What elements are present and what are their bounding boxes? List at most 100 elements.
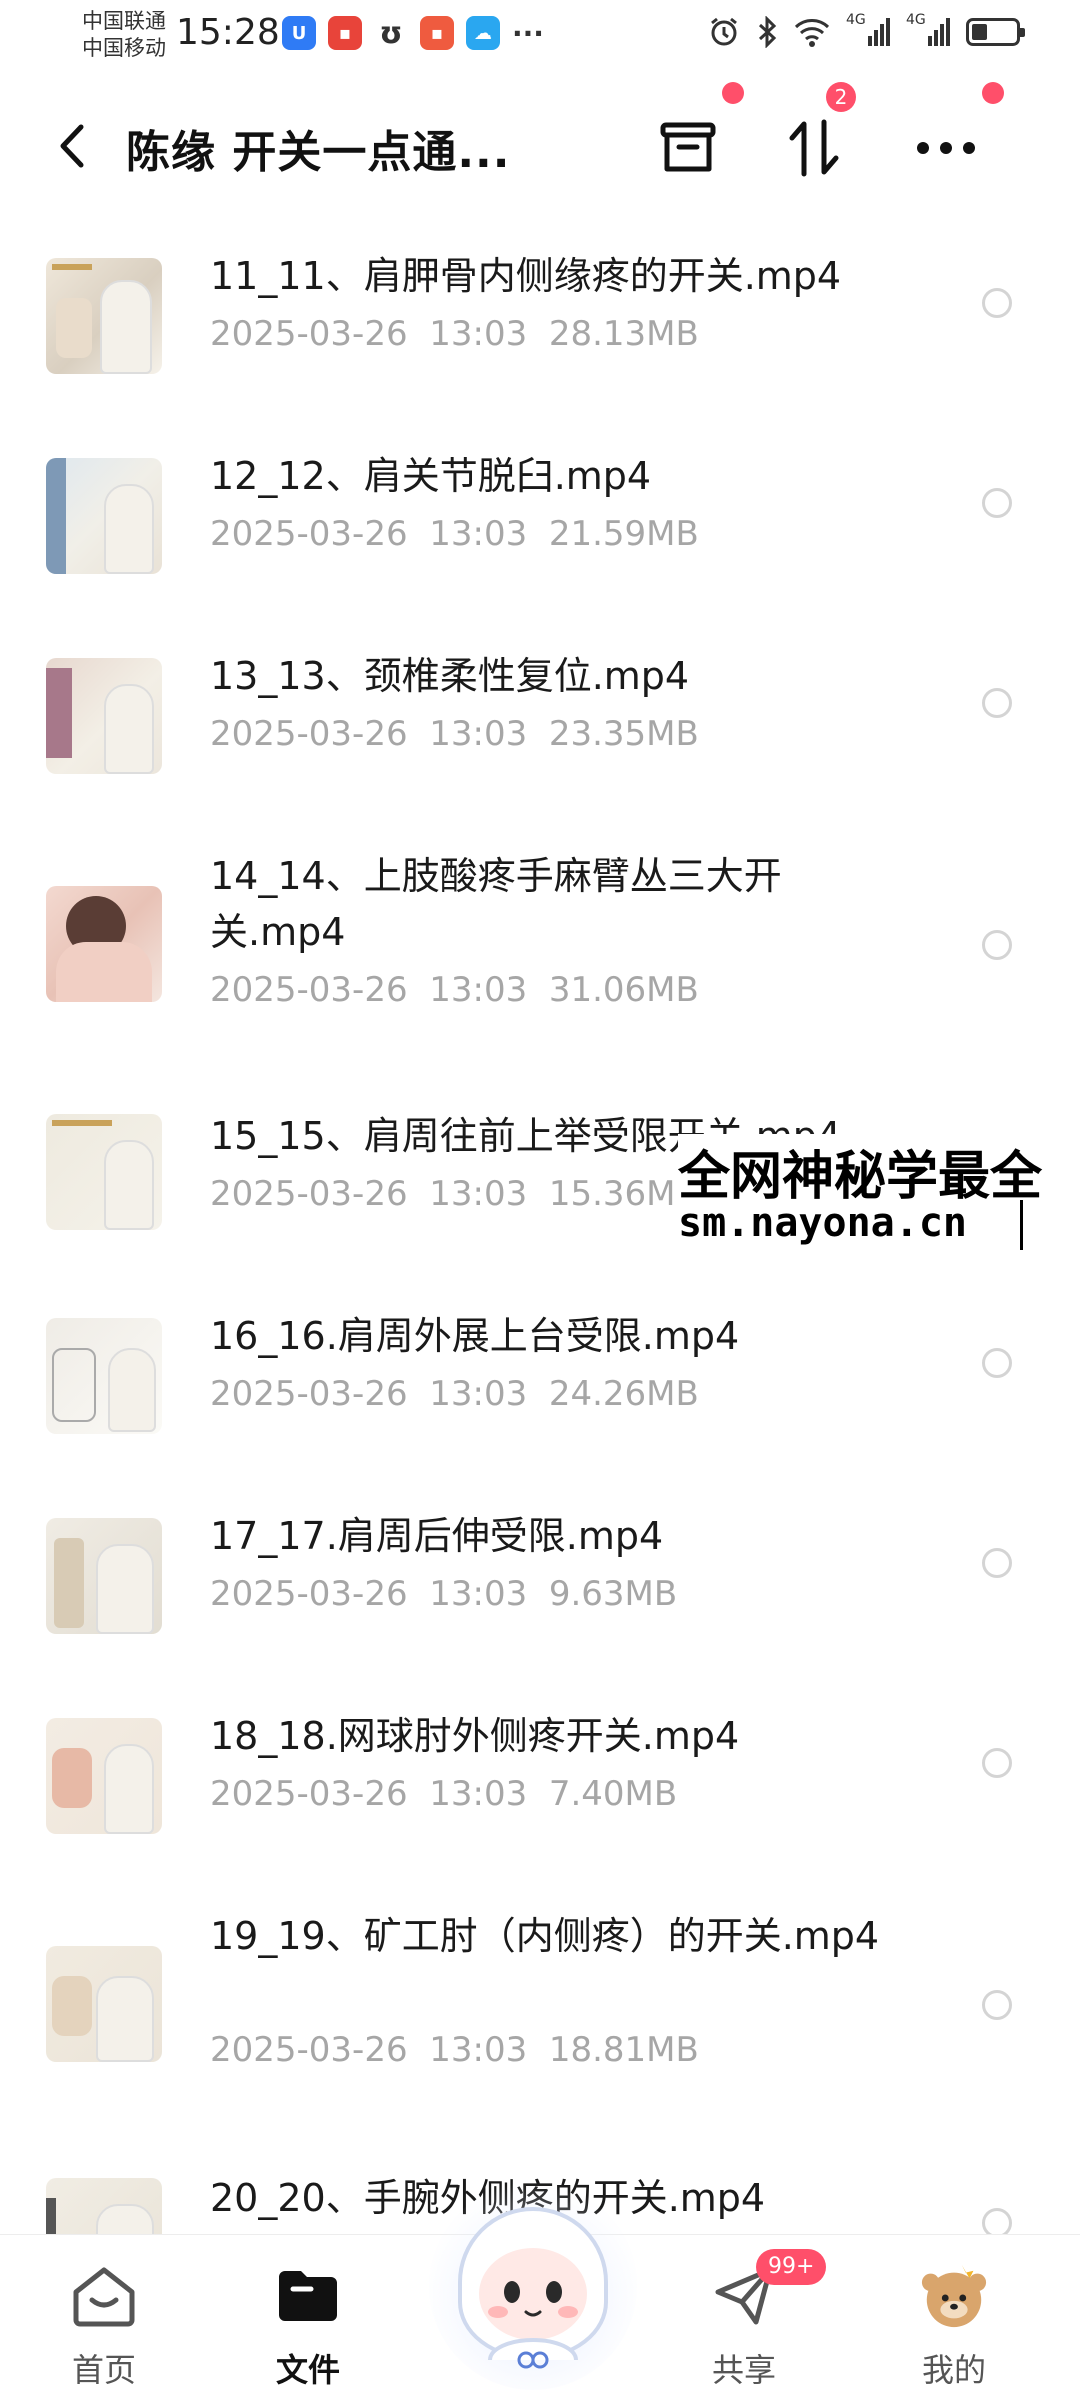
video-thumbnail bbox=[46, 1518, 162, 1634]
file-name: 17_17.肩周后伸受限.mp4 bbox=[210, 1514, 664, 1558]
sort-button[interactable] bbox=[772, 106, 856, 190]
select-radio[interactable] bbox=[982, 2208, 1012, 2234]
select-radio[interactable] bbox=[982, 1990, 1012, 2020]
carrier-2: 中国移动 bbox=[82, 36, 166, 60]
shopping-icon: ▪ bbox=[420, 16, 454, 50]
video-thumbnail bbox=[46, 1718, 162, 1834]
bluetooth-icon bbox=[758, 16, 777, 48]
file-time: 13:03 bbox=[429, 514, 528, 554]
select-radio[interactable] bbox=[982, 1748, 1012, 1778]
chevron-left-icon bbox=[60, 124, 84, 168]
file-date: 2025-03-26 bbox=[210, 514, 408, 554]
recycle-bin-dot bbox=[722, 82, 744, 104]
select-radio[interactable] bbox=[982, 488, 1012, 518]
video-thumbnail bbox=[46, 458, 162, 574]
file-date: 2025-03-26 bbox=[210, 970, 408, 1010]
video-thumbnail bbox=[46, 886, 162, 1002]
file-meta: 2025-03-26 13:03 28.13MB bbox=[210, 314, 699, 354]
file-time: 13:03 bbox=[429, 714, 528, 754]
file-name: 11_11、肩胛骨内侧缘疼的开关.mp4 bbox=[210, 254, 842, 298]
file-row[interactable]: 13_13、颈椎柔性复位.mp4 2025-03-26 13:03 23.35M… bbox=[0, 616, 1080, 816]
file-row[interactable]: 14_14、上肢酸疼手麻臂丛三大开关.mp4 2025-03-26 13:03 … bbox=[0, 816, 1080, 1076]
file-date: 2025-03-26 bbox=[210, 714, 408, 754]
file-name: 16_16.肩周外展上台受限.mp4 bbox=[210, 1314, 740, 1358]
select-radio[interactable] bbox=[982, 1348, 1012, 1378]
select-radio[interactable] bbox=[982, 930, 1012, 960]
file-size: 9.63MB bbox=[548, 1574, 678, 1614]
file-meta: 2025-03-26 13:03 15.36MB bbox=[210, 1174, 699, 1214]
video-thumbnail bbox=[46, 1318, 162, 1434]
file-size: 23.35MB bbox=[548, 714, 699, 754]
carrier-1: 中国联通 bbox=[82, 9, 166, 33]
file-size: 21.59MB bbox=[548, 514, 699, 554]
nav-home[interactable]: 首页 bbox=[24, 2235, 184, 2400]
file-time: 13:03 bbox=[429, 2030, 528, 2070]
file-meta: 2025-03-26 13:03 21.59MB bbox=[210, 514, 699, 554]
watermark-text: 全网神秘学最全 bbox=[678, 1147, 1043, 1207]
nav-mine-label: 我的 bbox=[921, 2351, 986, 2389]
more-options-button[interactable] bbox=[904, 106, 988, 190]
home-icon bbox=[69, 2261, 139, 2331]
nav-home-label: 首页 bbox=[71, 2351, 136, 2389]
file-time: 13:03 bbox=[429, 1174, 528, 1214]
file-name: 14_14、上肢酸疼手麻臂丛三大开关.mp4 bbox=[210, 854, 782, 954]
file-meta: 2025-03-26 13:03 24.26MB bbox=[210, 1374, 699, 1414]
nav-files-label: 文件 bbox=[275, 2351, 340, 2389]
back-button[interactable] bbox=[44, 110, 100, 182]
file-row[interactable]: 18_18.网球肘外侧疼开关.mp4 2025-03-26 13:03 7.40… bbox=[0, 1676, 1080, 1876]
file-size: 15.36MB bbox=[548, 1174, 699, 1214]
file-size: 28.13MB bbox=[548, 314, 699, 354]
carrier-info: 中国联通 中国移动 bbox=[82, 8, 166, 62]
nav-files[interactable]: 文件 bbox=[228, 2235, 388, 2400]
notification-app-icon: U bbox=[282, 16, 316, 50]
battery-icon bbox=[966, 18, 1025, 46]
weather-icon: ☁ bbox=[466, 16, 500, 50]
file-row[interactable]: 19_19、矿工肘（内侧疼）的开关.mp4 2025-03-26 13:03 1… bbox=[0, 1876, 1080, 2136]
file-time: 13:03 bbox=[429, 1374, 528, 1414]
clock: 15:28 bbox=[176, 12, 280, 53]
file-row[interactable]: 17_17.肩周后伸受限.mp4 2025-03-26 13:03 9.63MB bbox=[0, 1476, 1080, 1676]
signal-1-label: 4G bbox=[846, 12, 866, 28]
notification-icons: U ▪ ʊ ▪ ☁ ··· bbox=[282, 16, 544, 51]
recycle-bin-button[interactable] bbox=[646, 106, 730, 190]
file-row[interactable]: 16_16.肩周外展上台受限.mp4 2025-03-26 13:03 24.2… bbox=[0, 1276, 1080, 1476]
file-time: 13:03 bbox=[429, 1774, 528, 1814]
file-date: 2025-03-26 bbox=[210, 1574, 408, 1614]
file-size: 18.81MB bbox=[548, 2030, 699, 2070]
system-icons: 4G 4G bbox=[708, 12, 1025, 48]
share-badge: 99+ bbox=[756, 2249, 827, 2285]
nav-share-label: 共享 bbox=[711, 2351, 776, 2389]
file-name: 12_12、肩关节脱臼.mp4 bbox=[210, 454, 652, 498]
nav-mine[interactable]: 我的 bbox=[874, 2235, 1034, 2400]
select-radio[interactable] bbox=[982, 1548, 1012, 1578]
file-meta: 2025-03-26 13:03 31.06MB bbox=[210, 970, 699, 1010]
file-meta: 2025-03-26 13:03 23.35MB bbox=[210, 714, 699, 754]
signal-2-icon: 4G bbox=[906, 12, 950, 46]
file-date: 2025-03-26 bbox=[210, 314, 408, 354]
video-thumbnail bbox=[46, 1114, 162, 1230]
text-caret bbox=[1020, 1200, 1023, 1250]
select-radio[interactable] bbox=[982, 288, 1012, 318]
nav-share[interactable]: 99+ 共享 bbox=[664, 2235, 827, 2400]
video-thumbnail bbox=[46, 1946, 162, 2062]
more-dots-icon bbox=[917, 142, 975, 154]
watermark-url: sm.nayona.cn bbox=[678, 1200, 967, 1246]
file-time: 13:03 bbox=[429, 1574, 528, 1614]
wifi-icon bbox=[794, 19, 830, 47]
select-radio[interactable] bbox=[982, 688, 1012, 718]
mascot-icon bbox=[429, 2182, 637, 2390]
file-row[interactable]: 11_11、肩胛骨内侧缘疼的开关.mp4 2025-03-26 13:03 28… bbox=[0, 216, 1080, 416]
file-time: 13:03 bbox=[429, 970, 528, 1010]
file-size: 7.40MB bbox=[548, 1774, 678, 1814]
file-row[interactable]: 12_12、肩关节脱臼.mp4 2025-03-26 13:03 21.59MB bbox=[0, 416, 1080, 616]
file-date: 2025-03-26 bbox=[210, 1374, 408, 1414]
ai-assistant-button[interactable] bbox=[420, 2164, 646, 2390]
page-title: 陈缘 开关一点通... bbox=[126, 127, 511, 178]
more-notifications-icon: ··· bbox=[512, 16, 544, 50]
file-size: 24.26MB bbox=[548, 1374, 699, 1414]
app-header: 陈缘 开关一点通... 2 bbox=[0, 76, 1080, 216]
video-thumbnail bbox=[46, 2178, 162, 2234]
file-name: 13_13、颈椎柔性复位.mp4 bbox=[210, 654, 690, 698]
alarm-icon bbox=[711, 17, 737, 46]
video-thumbnail bbox=[46, 258, 162, 374]
